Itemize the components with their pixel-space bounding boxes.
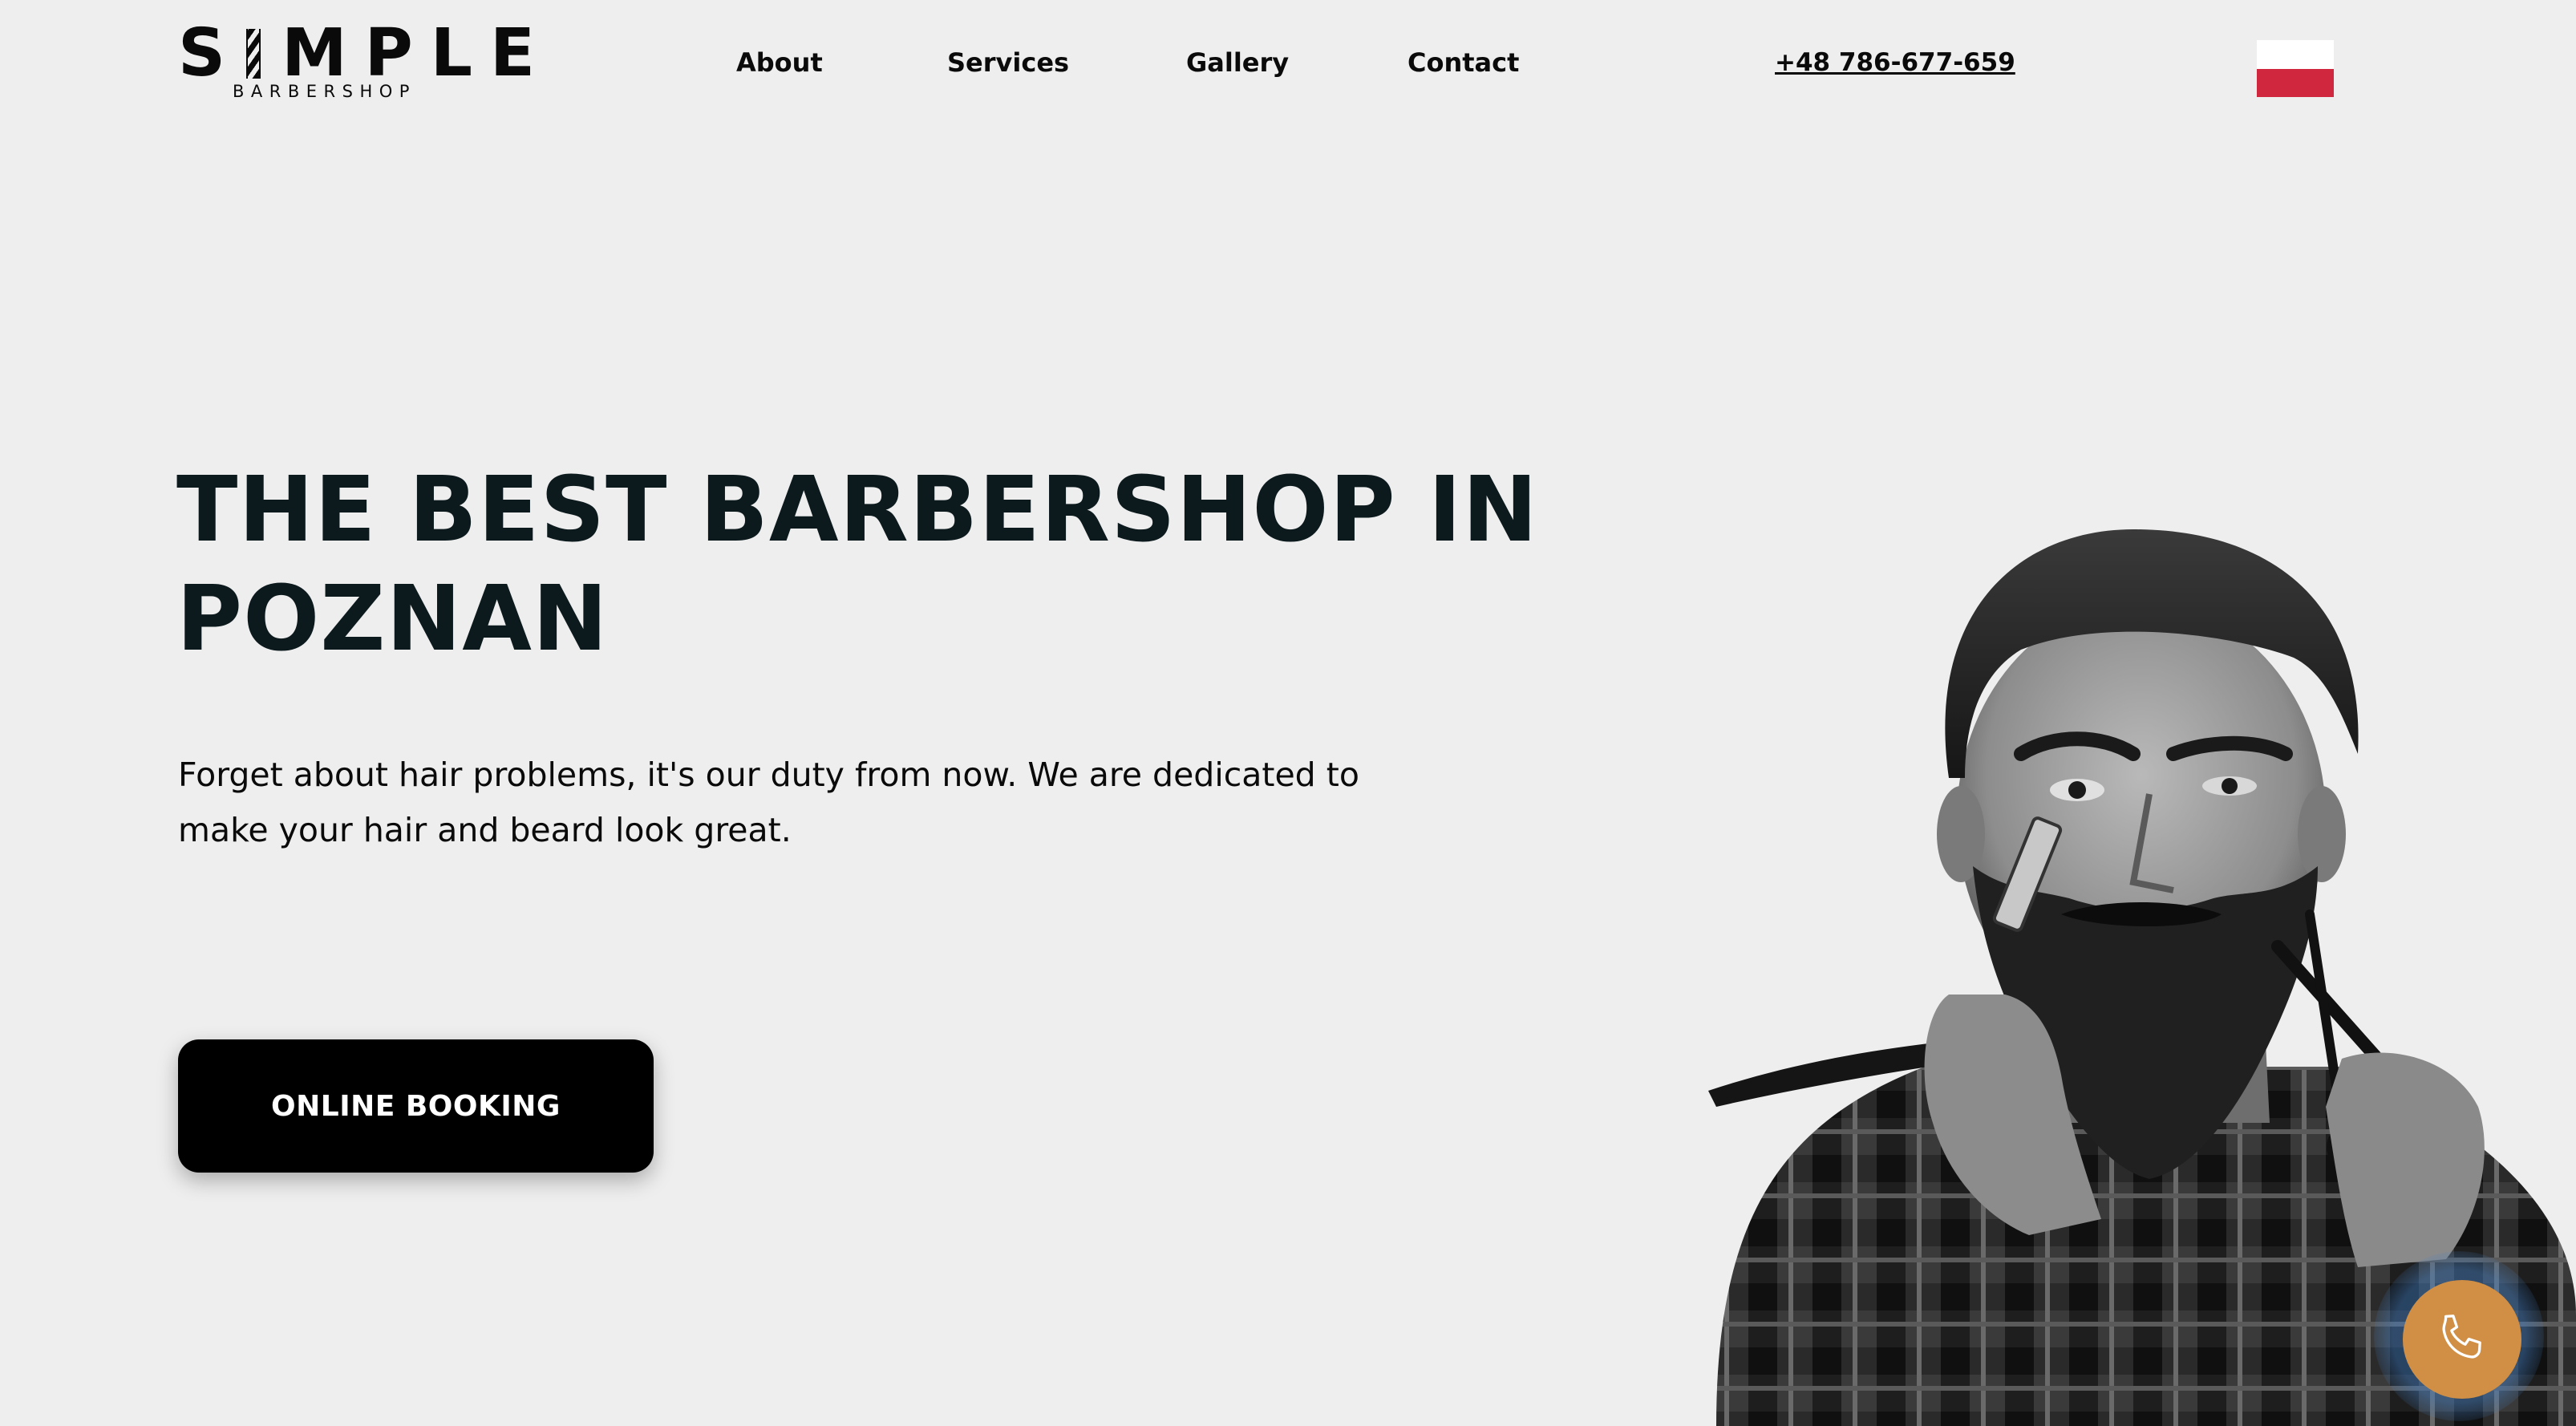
hero-title: THE BEST BARBERSHOP IN POZNAN xyxy=(176,456,1588,674)
nav-about[interactable]: About xyxy=(736,47,823,79)
hero-description-line-2: make your hair and beard look great. xyxy=(178,811,792,849)
hero-description-line-1: Forget about hair problems, it's our dut… xyxy=(178,756,1359,794)
logo-wordmark: S MPLE xyxy=(178,15,553,91)
floating-call-widget xyxy=(2374,1251,2544,1421)
logo-letter-s: S xyxy=(178,15,244,91)
flag-white-stripe xyxy=(2257,40,2334,69)
hero-title-line-1: THE BEST BARBERSHOP IN xyxy=(176,458,1539,562)
nav-gallery[interactable]: Gallery xyxy=(1186,47,1289,79)
online-booking-button[interactable]: ONLINE BOOKING xyxy=(178,1039,654,1173)
logo-subtitle: BARBERSHOP xyxy=(233,82,416,101)
flag-red-stripe xyxy=(2257,68,2334,97)
phone-icon xyxy=(2433,1310,2491,1370)
hero-title-line-2: POZNAN xyxy=(176,567,609,671)
header-phone-link[interactable]: +48 786-677-659 xyxy=(1775,47,2015,79)
hero-description: Forget about hair problems, it's our dut… xyxy=(178,747,1381,858)
logo-letters-mple: MPLE xyxy=(281,15,553,91)
barber-pole-icon xyxy=(246,29,261,79)
logo[interactable]: S MPLE BARBERSHOP xyxy=(178,21,535,106)
nav-contact[interactable]: Contact xyxy=(1407,47,1519,79)
polish-flag-icon[interactable] xyxy=(2257,40,2334,97)
nav-services[interactable]: Services xyxy=(947,47,1069,79)
call-button[interactable] xyxy=(2403,1280,2521,1399)
